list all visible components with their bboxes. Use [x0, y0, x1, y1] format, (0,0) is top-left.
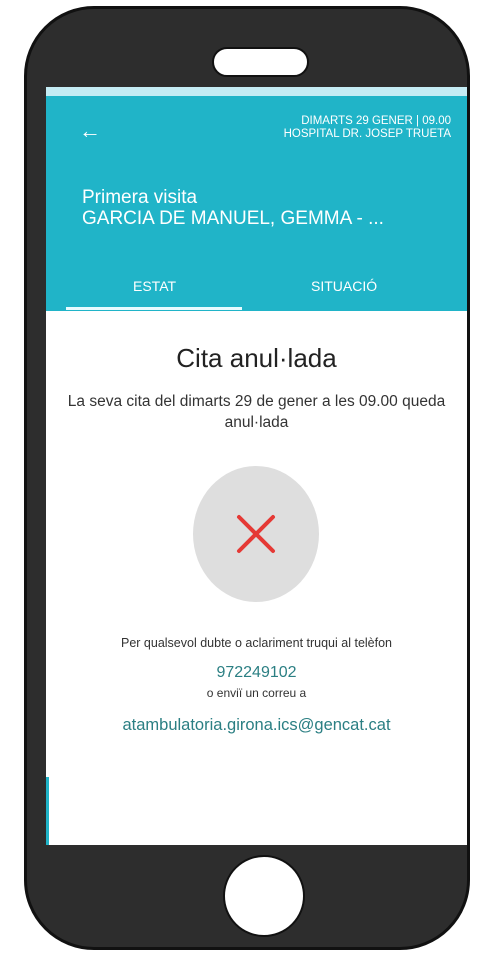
home-button[interactable] — [223, 855, 305, 937]
status-message: La seva cita del dimarts 29 de gener a l… — [67, 393, 446, 431]
tab-estat[interactable]: ESTAT — [133, 278, 176, 294]
status-content: Cita anul·lada La seva cita del dimarts … — [46, 311, 467, 845]
phone-speaker — [212, 47, 309, 77]
app-screen: ← DIMARTS 29 GENER | 09.00 HOSPITAL DR. … — [46, 87, 467, 845]
patient-name: GARCIA DE MANUEL, GEMMA - ... — [82, 208, 384, 229]
phone-link[interactable]: 972249102 — [46, 664, 467, 682]
status-strip — [46, 87, 467, 96]
appointment-date: DIMARTS 29 GENER | 09.00 — [301, 115, 451, 127]
cancel-x-icon — [237, 515, 275, 553]
visit-type: Primera visita — [82, 187, 198, 208]
hospital-name: HOSPITAL DR. JOSEP TRUETA — [283, 128, 451, 140]
email-intro-text: o enviï un correu a — [206, 686, 307, 700]
help-text: Per qualsevol dubte o aclariment truqui … — [121, 636, 392, 650]
arrow-left-icon[interactable]: ← — [79, 120, 101, 142]
cancel-badge — [193, 466, 319, 602]
appointment-header: ← DIMARTS 29 GENER | 09.00 HOSPITAL DR. … — [46, 96, 467, 311]
status-title: Cita anul·lada — [176, 343, 337, 373]
email-link[interactable]: atambulatoria.girona.ics@gencat.cat — [46, 716, 467, 735]
edge-accent — [46, 777, 49, 845]
tab-situacio[interactable]: SITUACIÓ — [311, 278, 377, 294]
tab-selected-indicator — [66, 307, 242, 310]
appointment-meta: DIMARTS 29 GENER | 09.00 HOSPITAL DR. JO… — [284, 115, 451, 141]
